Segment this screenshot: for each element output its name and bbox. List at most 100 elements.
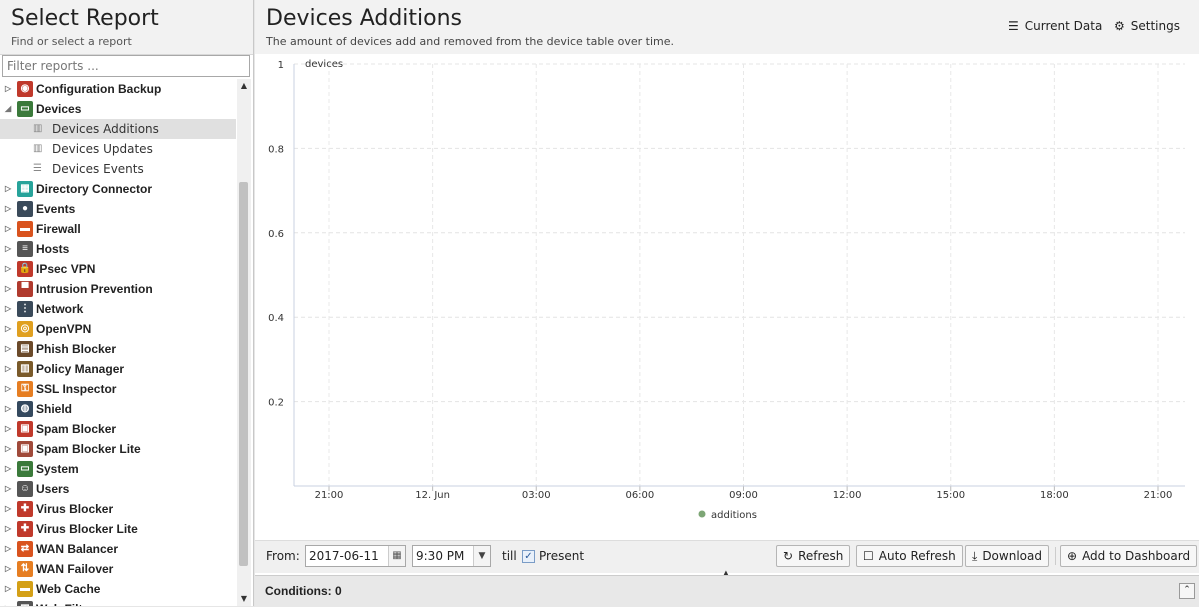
tree-category-openvpn[interactable]: ▷ ◎ OpenVPN: [0, 319, 236, 339]
settings-button[interactable]: ⚙ Settings: [1114, 19, 1180, 33]
tree-category-ipsec-vpn[interactable]: ▷ 🔒 IPsec VPN: [0, 259, 236, 279]
chevron-down-icon[interactable]: ▼: [473, 546, 490, 566]
collapsed-arrow-icon[interactable]: ▷: [5, 199, 13, 219]
tree-category-ssl-inspector[interactable]: ▷ ⚿ SSL Inspector: [0, 379, 236, 399]
refresh-button[interactable]: ↻ Refresh: [776, 545, 851, 567]
plus-circle-icon: ⊕: [1067, 549, 1078, 563]
collapsed-arrow-icon[interactable]: ▷: [5, 219, 13, 239]
tree-category-label: Users: [36, 482, 70, 496]
tree-category-devices[interactable]: ◢ ▭ Devices: [0, 99, 236, 119]
x-tick-label: 21:00: [315, 490, 344, 501]
current-data-button[interactable]: ☰ Current Data: [1008, 19, 1102, 33]
collapsed-arrow-icon[interactable]: ▷: [5, 179, 13, 199]
collapsed-arrow-icon[interactable]: ▷: [5, 439, 13, 459]
report-selector-subtitle: Find or select a report: [11, 35, 132, 48]
tree-category-directory-connector[interactable]: ▷ ▦ Directory Connector: [0, 179, 236, 199]
refresh-icon: ↻: [783, 549, 794, 563]
tree-category-users[interactable]: ▷ ☺ Users: [0, 479, 236, 499]
tree-category-web-cache[interactable]: ▷ ▬ Web Cache: [0, 579, 236, 599]
tree-category-spam-blocker-lite[interactable]: ▷ ▣ Spam Blocker Lite: [0, 439, 236, 459]
tree-category-policy-manager[interactable]: ▷ ▥ Policy Manager: [0, 359, 236, 379]
y-tick-label: 0.2: [268, 398, 284, 409]
scrollbar-thumb[interactable]: [239, 182, 248, 566]
report-selector-header: Select Report Find or select a report: [0, 0, 253, 55]
tree-category-events[interactable]: ▷ ● Events: [0, 199, 236, 219]
tree-category-hosts[interactable]: ▷ ≡ Hosts: [0, 239, 236, 259]
present-checkbox[interactable]: ✓: [522, 550, 535, 563]
report-description: The amount of devices add and removed fr…: [266, 35, 674, 48]
download-icon: ⤓: [972, 549, 978, 563]
table-icon: ☰: [1008, 19, 1019, 33]
scroll-up-icon[interactable]: ▲: [237, 81, 251, 90]
tree-category-virus-blocker-lite[interactable]: ▷ ✚ Virus Blocker Lite: [0, 519, 236, 539]
tree-category-web-filter[interactable]: ▷ ▦Web Filter: [0, 599, 236, 606]
current-data-label: Current Data: [1024, 19, 1103, 33]
app-icon: ✚: [17, 501, 33, 517]
conditions-label: Conditions: 0: [265, 584, 342, 598]
tree-category-intrusion-prevention[interactable]: ▷ ▀ Intrusion Prevention: [0, 279, 236, 299]
tree-category-virus-blocker[interactable]: ▷ ✚ Virus Blocker: [0, 499, 236, 519]
tree-category-spam-blocker[interactable]: ▷ ▣ Spam Blocker: [0, 419, 236, 439]
collapsed-arrow-icon[interactable]: ▷: [5, 539, 13, 559]
x-tick-label: 06:00: [625, 490, 654, 501]
tree-category-configuration-backup[interactable]: ▷ ◉ Configuration Backup: [0, 79, 236, 99]
app-icon: ▬: [17, 221, 33, 237]
expanded-arrow-icon[interactable]: ◢: [5, 99, 13, 119]
collapsed-arrow-icon[interactable]: ▷: [5, 379, 13, 399]
app-icon: ☺: [17, 481, 33, 497]
tree-category-system[interactable]: ▷ ▭ System: [0, 459, 236, 479]
tree-report-devices-additions[interactable]: ▥ Devices Additions: [0, 119, 236, 139]
report-selector-panel: Select Report Find or select a report ▷◉…: [0, 0, 254, 606]
collapsed-arrow-icon[interactable]: ▷: [5, 419, 13, 439]
collapsed-arrow-icon[interactable]: ▷: [5, 559, 13, 579]
from-date-field[interactable]: 2017-06-11 ▦: [305, 545, 406, 567]
tree-category-shield[interactable]: ▷ ◍ Shield: [0, 399, 236, 419]
collapsed-arrow-icon[interactable]: ▷: [5, 79, 13, 99]
add-to-dashboard-label: Add to Dashboard: [1082, 549, 1191, 563]
tree-category-label: Firewall: [36, 222, 81, 236]
tree-scrollbar[interactable]: ▲ ▼: [237, 79, 251, 606]
tree-report-devices-events[interactable]: ☰ Devices Events: [0, 159, 236, 179]
scroll-down-icon[interactable]: ▼: [237, 594, 251, 603]
collapsed-arrow-icon[interactable]: ▷: [5, 359, 13, 379]
collapsed-arrow-icon[interactable]: ▷: [5, 299, 13, 319]
collapsed-arrow-icon[interactable]: ▷: [5, 519, 13, 539]
collapsed-arrow-icon[interactable]: ▷: [5, 599, 13, 606]
collapse-icon[interactable]: ⌃: [1179, 583, 1195, 599]
tree-category-phish-blocker[interactable]: ▷ ▤ Phish Blocker: [0, 339, 236, 359]
tree-category-label: Web Cache: [36, 582, 101, 596]
app-icon: ✚: [17, 521, 33, 537]
calendar-icon[interactable]: ▦: [388, 546, 405, 566]
app-icon: ⇅: [17, 561, 33, 577]
collapsed-arrow-icon[interactable]: ▷: [5, 319, 13, 339]
tree-category-wan-failover[interactable]: ▷ ⇅ WAN Failover: [0, 559, 236, 579]
filter-reports-input[interactable]: [2, 55, 250, 77]
collapsed-arrow-icon[interactable]: ▷: [5, 499, 13, 519]
collapsed-arrow-icon[interactable]: ▷: [5, 479, 13, 499]
auto-refresh-button[interactable]: ☐ Auto Refresh: [856, 545, 963, 567]
tree-category-wan-balancer[interactable]: ▷ ⇄ WAN Balancer: [0, 539, 236, 559]
conditions-bar[interactable]: Conditions: 0 ⌃: [255, 575, 1199, 607]
from-time-field[interactable]: 9:30 PM ▼: [412, 545, 491, 567]
add-to-dashboard-button[interactable]: ⊕ Add to Dashboard: [1060, 545, 1198, 567]
report-selector-title: Select Report: [11, 6, 159, 31]
download-label: Download: [982, 549, 1042, 563]
collapsed-arrow-icon[interactable]: ▷: [5, 339, 13, 359]
collapsed-arrow-icon[interactable]: ▷: [5, 399, 13, 419]
x-tick-label: 15:00: [936, 490, 965, 501]
collapsed-arrow-icon[interactable]: ▷: [5, 279, 13, 299]
tree-category-label: Web Filter: [36, 599, 94, 606]
y-axis-title: devices: [305, 59, 343, 70]
tree-report-devices-updates[interactable]: ▥ Devices Updates: [0, 139, 236, 159]
gear-icon: ⚙: [1114, 19, 1125, 33]
collapsed-arrow-icon[interactable]: ▷: [5, 239, 13, 259]
tree-category-network[interactable]: ▷ ⋮ Network: [0, 299, 236, 319]
download-button[interactable]: ⤓ Download: [965, 545, 1049, 567]
collapsed-arrow-icon[interactable]: ▷: [5, 579, 13, 599]
collapsed-arrow-icon[interactable]: ▷: [5, 259, 13, 279]
tree-category-firewall[interactable]: ▷ ▬ Firewall: [0, 219, 236, 239]
bar-chart-icon: ▥: [33, 143, 43, 154]
tree-category-label: WAN Failover: [36, 562, 114, 576]
collapsed-arrow-icon[interactable]: ▷: [5, 459, 13, 479]
app-icon: ⇄: [17, 541, 33, 557]
